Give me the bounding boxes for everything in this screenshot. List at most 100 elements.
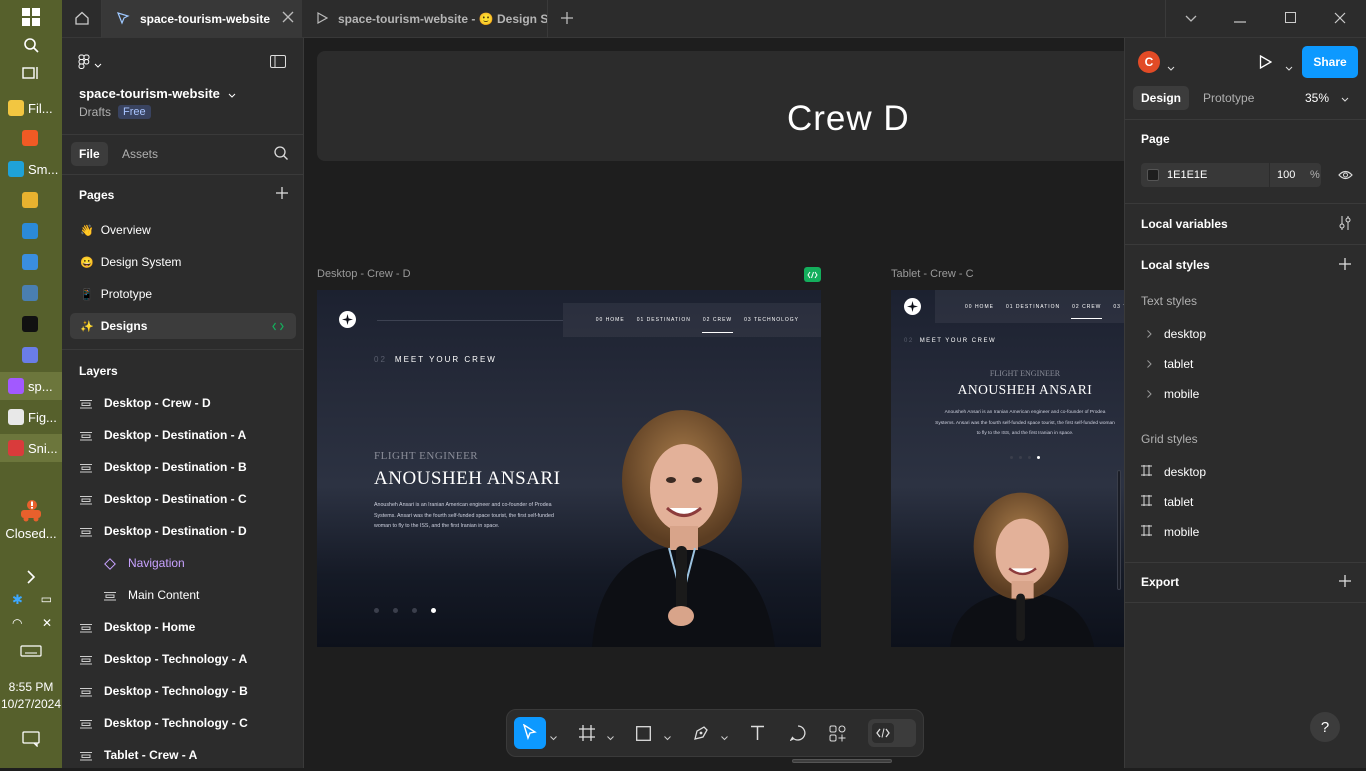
local-variables-title[interactable]: Local variables: [1141, 217, 1228, 231]
tab-close-icon[interactable]: [282, 11, 294, 26]
add-page-icon[interactable]: [276, 187, 288, 202]
search-layers-icon[interactable]: [274, 146, 288, 163]
layer-item[interactable]: Tablet - Crew - A: [62, 739, 303, 771]
avatar-chevron-icon[interactable]: [1167, 60, 1175, 74]
eye-visibility-icon[interactable]: [1338, 169, 1353, 183]
tab-file[interactable]: File: [71, 142, 108, 166]
dot[interactable]: [1019, 456, 1022, 459]
tabs-dropdown-button[interactable]: [1165, 0, 1215, 38]
user-avatar[interactable]: C: [1138, 51, 1160, 73]
bluetooth-icon[interactable]: ✱: [12, 592, 23, 608]
add-export-icon[interactable]: [1339, 575, 1351, 590]
text-tool-icon[interactable]: [750, 725, 765, 743]
design-canvas[interactable]: Crew D Desktop - Crew - D 00 HOME 01 DEST…: [304, 38, 1124, 768]
comment-tool-icon[interactable]: [789, 725, 806, 744]
site-nav-item[interactable]: 01 DESTINATION: [1006, 304, 1060, 310]
add-style-icon[interactable]: [1339, 258, 1351, 273]
tablet-frame-label[interactable]: Tablet - Crew - C: [891, 268, 974, 280]
move-tool-button[interactable]: [514, 717, 546, 749]
tab-design[interactable]: Design: [1133, 86, 1190, 110]
taskbar-app-figma[interactable]: sp...: [0, 372, 62, 400]
page-item-prototype[interactable]: 📱 Prototype: [70, 281, 296, 307]
layer-item[interactable]: Desktop - Destination - D: [62, 515, 303, 547]
zoom-dropdown[interactable]: 35%: [1305, 86, 1349, 110]
actions-tool-icon[interactable]: [829, 725, 846, 745]
pen-tool-icon[interactable]: [693, 725, 709, 744]
frame-tool-chevron-icon[interactable]: [607, 730, 614, 744]
shape-tool-chevron-icon[interactable]: [664, 730, 671, 744]
tab-assets[interactable]: Assets: [122, 142, 158, 166]
grid-style-item[interactable]: tablet: [1141, 495, 1193, 509]
keyboard-icon[interactable]: [18, 638, 44, 664]
layer-item[interactable]: Desktop - Destination - A: [62, 419, 303, 451]
taskbar-app-store[interactable]: [0, 248, 62, 276]
tab-prototype[interactable]: Prototype: [1203, 86, 1254, 110]
layer-item[interactable]: Desktop - Technology - A: [62, 643, 303, 675]
new-tab-button[interactable]: [554, 0, 580, 38]
task-view-icon[interactable]: [18, 60, 44, 86]
toggle-sidebar-icon[interactable]: [270, 55, 286, 71]
taskbar-app-snipping[interactable]: Sni...: [0, 434, 62, 462]
page-item-overview[interactable]: 👋 Overview: [70, 217, 296, 243]
page-color-hex[interactable]: 1E1E1E: [1167, 169, 1207, 181]
present-play-icon[interactable]: [1259, 54, 1273, 72]
text-style-item[interactable]: tablet: [1141, 357, 1193, 371]
layer-item[interactable]: Navigation: [62, 547, 303, 579]
layer-item[interactable]: Desktop - Crew - D: [62, 387, 303, 419]
site-nav-item[interactable]: 00 HOME: [596, 317, 625, 323]
page-item-design-system[interactable]: 😀 Design System: [70, 249, 296, 275]
layer-item[interactable]: Desktop - Technology - B: [62, 675, 303, 707]
site-nav-item[interactable]: 03 TECHNOLOGY: [1113, 304, 1124, 310]
dot[interactable]: [412, 608, 417, 613]
maximize-button[interactable]: [1265, 0, 1315, 38]
taskbar-app-app[interactable]: [0, 310, 62, 338]
tab-active-file[interactable]: space-tourism-website: [102, 0, 302, 38]
desktop-crew-frame[interactable]: 00 HOME 01 DESTINATION 02 CREW 03 TECHNOLOG…: [317, 290, 821, 647]
layer-item[interactable]: Desktop - Home: [62, 611, 303, 643]
desktop-frame-label[interactable]: Desktop - Crew - D: [317, 268, 411, 280]
dot[interactable]: [374, 608, 379, 613]
dot[interactable]: [1028, 456, 1031, 459]
taskbar-app-chrome[interactable]: [0, 186, 62, 214]
clock[interactable]: 8:55 PM 10/27/2024: [0, 679, 62, 713]
share-button[interactable]: Share: [1302, 46, 1358, 78]
dot[interactable]: [1010, 456, 1013, 459]
layer-item[interactable]: Main Content: [62, 579, 303, 611]
tablet-crew-frame[interactable]: 00 HOME 01 DESTINATION 02 CREW 03 TECHNOLOG…: [891, 290, 1124, 647]
windows-start-icon[interactable]: [18, 4, 44, 30]
variables-settings-icon[interactable]: [1339, 215, 1351, 234]
chevron-right-icon[interactable]: [18, 564, 44, 590]
grid-style-item[interactable]: desktop: [1141, 465, 1206, 479]
minimize-button[interactable]: [1215, 0, 1265, 38]
layer-item[interactable]: Desktop - Destination - B: [62, 451, 303, 483]
layer-item[interactable]: Desktop - Technology - C: [62, 707, 303, 739]
taskbar-app-python[interactable]: [0, 279, 62, 307]
home-tab[interactable]: [62, 0, 102, 38]
grid-style-item[interactable]: mobile: [1141, 525, 1199, 539]
site-nav-item[interactable]: 00 HOME: [965, 304, 994, 310]
notification-icon[interactable]: [18, 726, 44, 752]
taskbar-app-brave[interactable]: [0, 124, 62, 152]
horizontal-scrollbar[interactable]: [792, 759, 892, 763]
battery-icon[interactable]: ▭: [41, 592, 52, 608]
drafts-link[interactable]: Drafts: [79, 105, 111, 119]
volume-muted-icon[interactable]: ✕: [42, 616, 52, 632]
close-window-button[interactable]: [1315, 0, 1365, 38]
taskbar-app-folder[interactable]: Fil...: [0, 94, 62, 122]
search-icon[interactable]: [18, 32, 44, 58]
pen-tool-chevron-icon[interactable]: [721, 730, 728, 744]
dev-mode-badge-icon[interactable]: [804, 267, 821, 282]
site-nav-item[interactable]: 02 CREW: [1071, 304, 1103, 319]
text-style-item[interactable]: desktop: [1141, 327, 1206, 341]
dev-mode-toggle[interactable]: [868, 719, 916, 747]
dot[interactable]: [393, 608, 398, 613]
main-menu-button[interactable]: [78, 54, 102, 73]
site-nav-item[interactable]: 02 CREW: [701, 317, 734, 333]
scrollbar[interactable]: [1117, 470, 1121, 590]
page-item-designs[interactable]: ✨ Designs: [70, 313, 296, 339]
dot-active[interactable]: [431, 608, 436, 613]
taskbar-app-vscode[interactable]: [0, 217, 62, 245]
section-header[interactable]: Crew D: [317, 51, 1124, 161]
site-nav-item[interactable]: 03 TECHNOLOGY: [744, 317, 799, 323]
taskbar-app-figma-window[interactable]: Fig...: [0, 403, 62, 431]
